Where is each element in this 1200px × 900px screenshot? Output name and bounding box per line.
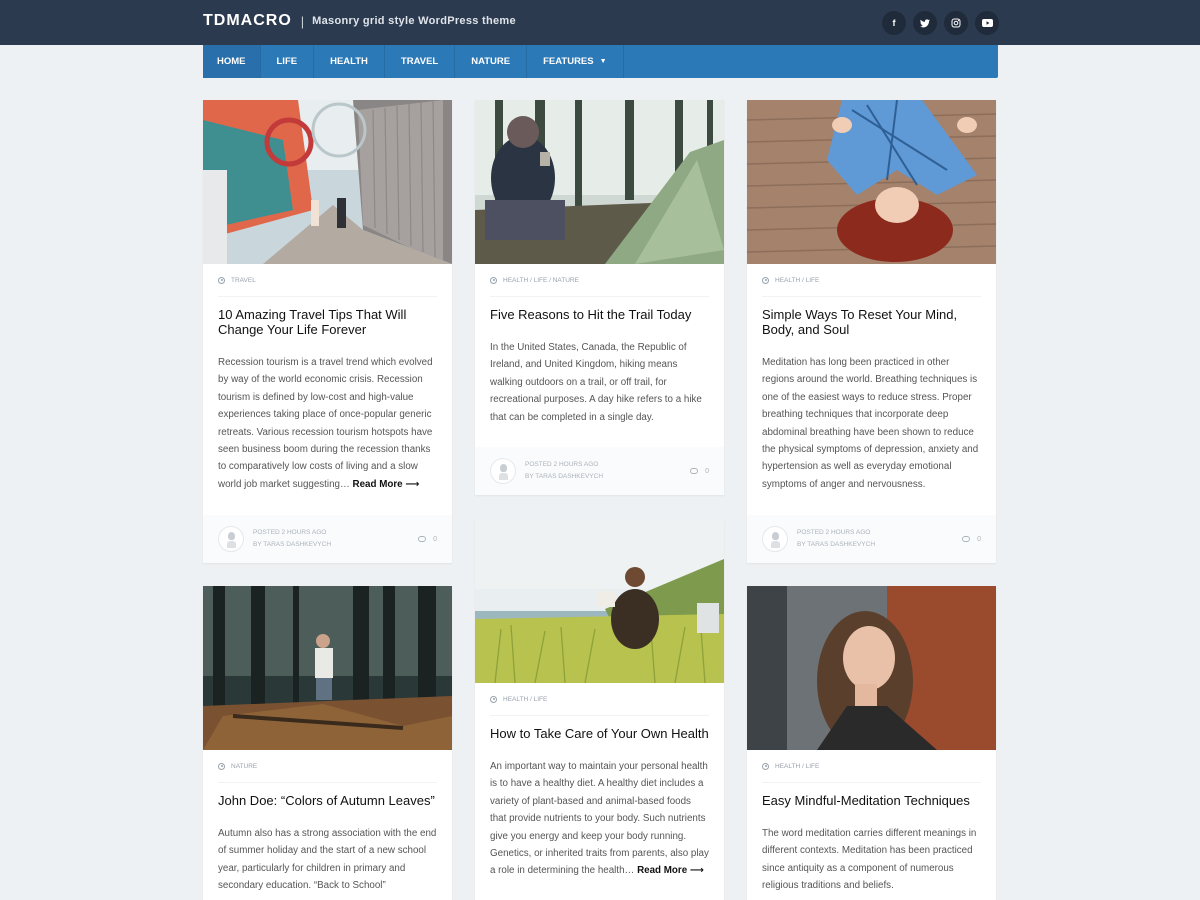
nav-item-travel[interactable]: TRAVEL xyxy=(385,45,456,78)
post-excerpt-text: An important way to maintain your person… xyxy=(490,761,709,877)
reading-in-grass-photo xyxy=(475,519,724,683)
post-author[interactable]: BY TARAS DASHKEVYCH xyxy=(525,471,603,483)
post-card: NATURE John Doe: “Colors of Autumn Leave… xyxy=(203,586,452,900)
relaxing-woman-photo xyxy=(747,100,996,264)
post-categories: HEALTH / LIFE xyxy=(762,750,981,783)
post-excerpt: The word meditation carries different me… xyxy=(762,828,977,892)
post-thumbnail[interactable] xyxy=(203,100,452,264)
youtube-icon[interactable] xyxy=(975,11,999,35)
category-icon xyxy=(490,276,497,284)
post-categories: NATURE xyxy=(218,750,437,783)
nav-item-features[interactable]: FEATURES ▼ xyxy=(527,45,624,78)
social-links: f xyxy=(882,11,999,35)
post-title[interactable]: John Doe: “Colors of Autumn Leaves” xyxy=(218,793,437,808)
post-date: POSTED 2 HOURS AGO xyxy=(797,529,871,536)
post-title[interactable]: Simple Ways To Reset Your Mind, Body, an… xyxy=(762,307,981,337)
post-footer: POSTED 2 HOURS AGO BY TARAS DASHKEVYCH 0 xyxy=(203,515,452,563)
post-title[interactable]: How to Take Care of Your Own Health xyxy=(490,726,709,741)
comment-icon xyxy=(418,536,427,542)
post-categories: HEALTH / LIFE xyxy=(762,264,981,297)
author-avatar[interactable] xyxy=(218,526,244,552)
camping-photo xyxy=(475,100,724,264)
street-photo xyxy=(203,100,452,264)
post-author[interactable]: BY TARAS DASHKEVYCH xyxy=(797,539,875,551)
nav-item-health[interactable]: HEALTH xyxy=(314,45,385,78)
post-card: HEALTH / LIFE Simple Ways To Reset Your … xyxy=(747,100,996,563)
nav-item-nature[interactable]: NATURE xyxy=(455,45,528,78)
site-title[interactable]: TDMACRO xyxy=(203,12,292,30)
post-meta: POSTED 2 HOURS AGO BY TARAS DASHKEVYCH xyxy=(253,527,331,551)
post-category[interactable]: HEALTH / LIFE xyxy=(775,763,819,770)
author-avatar[interactable] xyxy=(490,458,516,484)
forest-photo xyxy=(203,586,452,750)
site-header: TDMACRO | Masonry grid style WordPress t… xyxy=(0,0,1200,45)
post-thumbnail[interactable] xyxy=(747,586,996,750)
twitter-icon[interactable] xyxy=(913,11,937,35)
category-icon xyxy=(762,762,769,770)
author-avatar[interactable] xyxy=(762,526,788,552)
site-tagline: Masonry grid style WordPress theme xyxy=(312,15,516,27)
post-category[interactable]: HEALTH / LIFE xyxy=(775,277,819,284)
post-title[interactable]: 10 Amazing Travel Tips That Will Change … xyxy=(218,307,437,337)
post-footer: POSTED 2 HOURS AGO BY TARAS DASHKEVYCH 0 xyxy=(747,515,996,563)
read-more-link[interactable]: Read More ⟶ xyxy=(353,479,420,490)
comments-link[interactable]: 0 xyxy=(690,468,709,475)
post-category[interactable]: TRAVEL xyxy=(231,277,256,284)
comments-link[interactable]: 0 xyxy=(962,536,981,543)
post-category[interactable]: NATURE xyxy=(231,763,257,770)
post-card: HEALTH / LIFE How to Take Care of Your O… xyxy=(475,519,724,900)
brand: TDMACRO | Masonry grid style WordPress t… xyxy=(203,12,516,30)
nav-item-features-label: FEATURES xyxy=(543,56,594,67)
post-footer: POSTED 2 HOURS AGO BY TARAS DASHKEVYCH 0 xyxy=(475,447,724,495)
post-categories: HEALTH / LIFE xyxy=(490,683,709,716)
post-title[interactable]: Five Reasons to Hit the Trail Today xyxy=(490,307,709,322)
post-author[interactable]: BY TARAS DASHKEVYCH xyxy=(253,539,331,551)
comment-count: 0 xyxy=(433,535,437,543)
chevron-down-icon: ▼ xyxy=(599,58,607,65)
post-excerpt: An important way to maintain your person… xyxy=(490,758,709,880)
post-excerpt: Autumn also has a strong association wit… xyxy=(218,828,437,892)
comments-link[interactable]: 0 xyxy=(418,536,437,543)
comment-count: 0 xyxy=(977,535,981,543)
category-icon xyxy=(762,276,769,284)
post-title[interactable]: Easy Mindful-Meditation Techniques xyxy=(762,793,981,808)
post-category[interactable]: HEALTH / LIFE xyxy=(503,696,547,703)
post-excerpt: Meditation has long been practiced in ot… xyxy=(762,357,979,490)
post-category[interactable]: HEALTH / LIFE / NATURE xyxy=(503,277,579,284)
post-meta: POSTED 2 HOURS AGO BY TARAS DASHKEVYCH xyxy=(525,459,603,483)
nav-item-home[interactable]: HOME xyxy=(203,45,261,78)
category-icon xyxy=(218,276,225,284)
post-thumbnail[interactable] xyxy=(475,100,724,264)
nav-item-life[interactable]: LIFE xyxy=(261,45,315,78)
instagram-icon[interactable] xyxy=(944,11,968,35)
post-meta: POSTED 2 HOURS AGO BY TARAS DASHKEVYCH xyxy=(797,527,875,551)
post-thumbnail[interactable] xyxy=(475,519,724,683)
post-card: HEALTH / LIFE Easy Mindful-Meditation Te… xyxy=(747,586,996,900)
post-date: POSTED 2 HOURS AGO xyxy=(525,461,599,468)
post-categories: TRAVEL xyxy=(218,264,437,297)
comment-icon xyxy=(690,468,699,474)
woman-portrait-photo xyxy=(747,586,996,750)
post-categories: HEALTH / LIFE / NATURE xyxy=(490,264,709,297)
category-icon xyxy=(490,695,497,703)
post-thumbnail[interactable] xyxy=(203,586,452,750)
read-more-link[interactable]: Read More ⟶ xyxy=(637,865,704,876)
post-excerpt: Recession tourism is a travel trend whic… xyxy=(218,354,437,493)
post-card: HEALTH / LIFE / NATURE Five Reasons to H… xyxy=(475,100,724,495)
comment-count: 0 xyxy=(705,467,709,475)
post-thumbnail[interactable] xyxy=(747,100,996,264)
facebook-icon[interactable]: f xyxy=(882,11,906,35)
post-excerpt: In the United States, Canada, the Republ… xyxy=(490,342,702,423)
post-excerpt-text: Recession tourism is a travel trend whic… xyxy=(218,357,433,490)
post-date: POSTED 2 HOURS AGO xyxy=(253,529,327,536)
comment-icon xyxy=(962,536,971,542)
brand-separator: | xyxy=(300,13,305,29)
main-navigation: HOME LIFE HEALTH TRAVEL NATURE FEATURES … xyxy=(203,45,998,78)
post-card: TRAVEL 10 Amazing Travel Tips That Will … xyxy=(203,100,452,563)
category-icon xyxy=(218,762,225,770)
